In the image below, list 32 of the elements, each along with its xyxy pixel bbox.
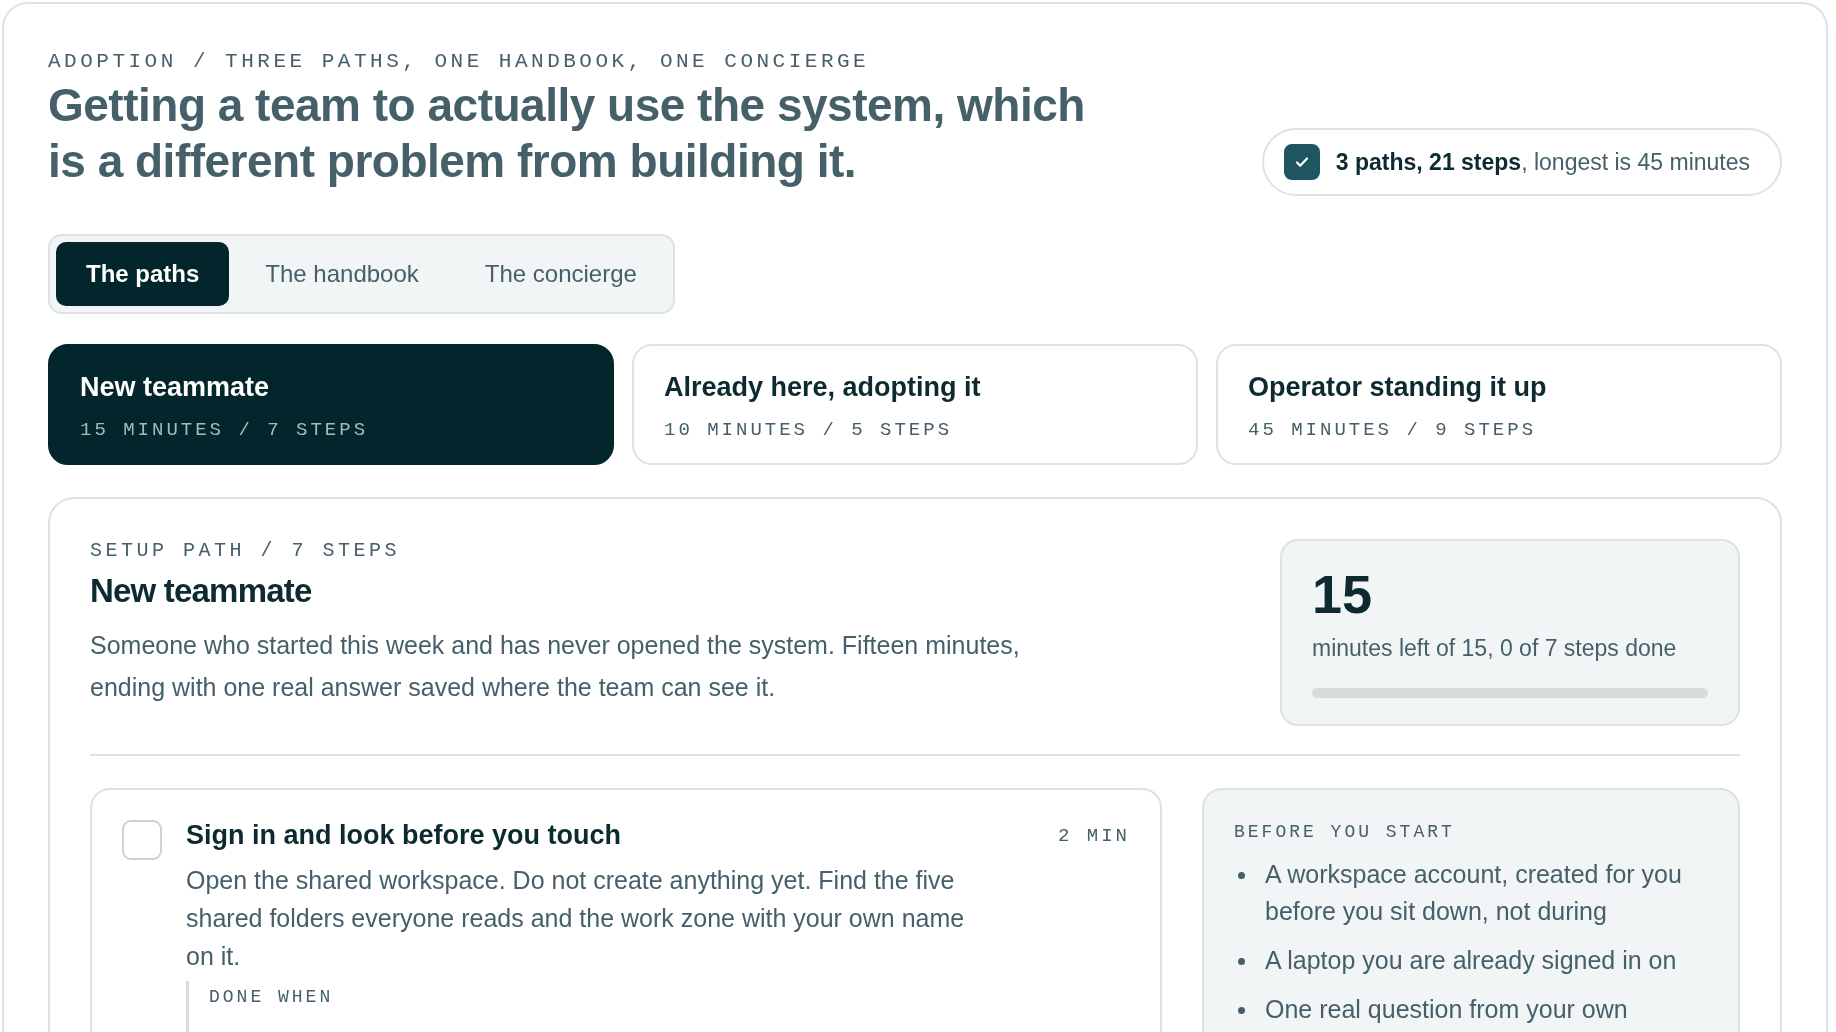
path-title: New teammate <box>90 572 313 610</box>
path-card[interactable]: Already here, adopting it 10 MINUTES / 5 STEPS <box>632 344 1198 465</box>
path-description: Someone who started this week and has never opened the system. Fifteen minutes, ending with one real answer saved where the team can see it. <box>90 630 1021 703</box>
tab[interactable]: The handbook <box>235 242 449 306</box>
bullet-icon <box>1238 958 1245 965</box>
path-name: Operator standing it up <box>1248 372 1548 403</box>
eyebrow-label: ADOPTION / THREE PATHS, ONE HANDBOOK, ONE CONCIERGE <box>48 50 871 73</box>
path-meta: 45 MINUTES / 9 STEPS <box>1248 419 1538 441</box>
step-duration: 2 MIN <box>1058 824 1130 847</box>
checklist-item: A laptop you are already signed in on <box>1265 945 1677 976</box>
summary-text: 3 paths, 21 steps, longest is 45 minutes <box>1335 148 1750 176</box>
path-card[interactable]: Operator standing it up 45 MINUTES / 9 STEPS <box>1216 344 1782 465</box>
path-meta: 10 MINUTES / 5 STEPS <box>664 419 954 441</box>
bullet-icon <box>1238 1007 1245 1014</box>
eyebrow-label: SETUP PATH / 7 STEPS <box>90 539 402 562</box>
step-title: Sign in and look before you touch <box>186 820 621 851</box>
step-description: Open the shared workspace. Do not create anything yet. Find the five shared folders everyone reads and the work zone with your own name on it. <box>186 865 966 972</box>
path-name: New teammate <box>80 372 271 403</box>
path-name: Already here, adopting it <box>664 372 982 403</box>
stat-value: 15 <box>1312 563 1374 626</box>
checkbox[interactable] <box>122 820 162 860</box>
checklist-item: One real question from your own <box>1265 994 1628 1025</box>
path-card[interactable]: New teammate 15 MINUTES / 7 STEPS <box>48 344 614 465</box>
path-meta: 15 MINUTES / 7 STEPS <box>80 419 370 441</box>
checklist-item: A workspace account, created for you before you sit down, not during <box>1265 859 1683 927</box>
checklist-heading: BEFORE YOU START <box>1234 822 1456 842</box>
tab[interactable]: The concierge <box>454 242 667 306</box>
stat-caption: minutes left of 15, 0 of 7 steps done <box>1312 635 1678 662</box>
tab[interactable]: The paths <box>56 242 230 306</box>
bullet-icon <box>1238 872 1245 879</box>
done-when-label: DONE WHEN <box>209 987 334 1007</box>
page-title: Getting a team to actually use the system, which is a different problem from building it. <box>48 78 1086 189</box>
